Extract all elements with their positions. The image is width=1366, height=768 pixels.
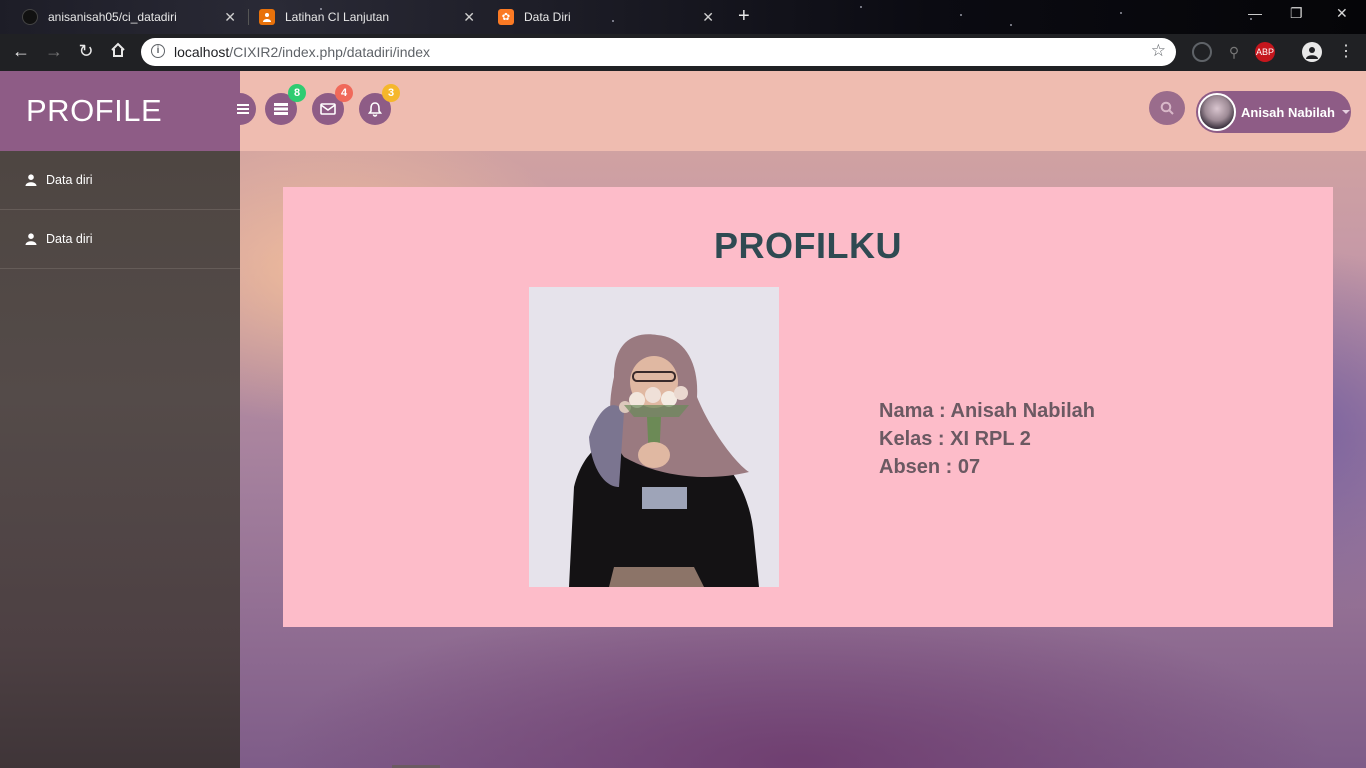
sidebar-item-data-diri[interactable]: Data diri xyxy=(0,210,240,269)
sidebar-item-data-diri[interactable]: Data diri xyxy=(0,151,240,210)
tab-title: anisanisah05/ci_datadiri xyxy=(48,10,177,24)
bell-icon xyxy=(368,101,382,117)
page-title: PROFILKU xyxy=(714,225,902,266)
profile-name: Nama : Anisah Nabilah xyxy=(879,400,1095,422)
hamburger-icon xyxy=(237,104,249,114)
avatar xyxy=(1198,93,1236,131)
sidebar-item-label: Data diri xyxy=(46,173,93,187)
sidebar: Data diri Data diri xyxy=(0,151,240,768)
profile-photo xyxy=(529,287,779,587)
back-icon[interactable]: ← xyxy=(9,41,33,62)
xampp-icon: ✿ xyxy=(498,9,514,25)
close-tab-icon[interactable]: ✕ xyxy=(463,9,475,26)
search-button[interactable] xyxy=(1149,91,1185,125)
account-icon[interactable] xyxy=(1302,42,1322,62)
alerts-count-badge: 3 xyxy=(382,84,400,102)
address-bar[interactable]: i localhost/CIXIR2/index.php/datadiri/in… xyxy=(141,38,1176,66)
user-name: Anisah Nabilah xyxy=(1241,104,1335,120)
chevron-down-icon xyxy=(1341,110,1350,114)
tab-title: Latihan CI Lanjutan xyxy=(285,10,390,24)
tasks-button[interactable]: 8 xyxy=(265,84,306,125)
person-icon xyxy=(259,9,275,25)
browser-toolbar: ← → ↻ i localhost/CIXIR2/index.php/datad… xyxy=(0,34,1366,71)
site-info-icon[interactable]: i xyxy=(151,44,165,58)
brand: PROFILE xyxy=(0,71,240,151)
search-icon xyxy=(1160,101,1174,115)
user-icon xyxy=(25,233,37,245)
sidebar-toggle-button[interactable] xyxy=(230,93,256,125)
tasks-count-badge: 8 xyxy=(288,84,306,102)
adblock-icon[interactable]: ABP xyxy=(1255,42,1275,62)
messages-button[interactable]: 4 xyxy=(312,84,353,125)
bookmark-star-icon[interactable]: ☆ xyxy=(1151,41,1166,61)
profile-details: Nama : Anisah Nabilah Kelas : XI RPL 2 A… xyxy=(879,397,1095,481)
envelope-icon xyxy=(320,103,336,115)
browser-tab[interactable]: Latihan CI Lanjutan ✕ xyxy=(259,0,479,34)
github-icon xyxy=(22,9,38,25)
sidebar-item-label: Data diri xyxy=(46,232,93,246)
new-tab-button[interactable]: + xyxy=(738,6,750,26)
alerts-button[interactable]: 3 xyxy=(359,84,400,125)
menu-dots-icon[interactable]: ⋮ xyxy=(1334,41,1358,61)
messages-count-badge: 4 xyxy=(335,84,353,102)
reload-icon[interactable]: ↻ xyxy=(74,41,98,62)
list-icon xyxy=(274,103,288,115)
home-icon[interactable] xyxy=(106,41,130,64)
extension-icon[interactable]: ⚲ xyxy=(1224,42,1244,62)
forward-icon[interactable]: → xyxy=(42,41,66,62)
url-host: localhost xyxy=(174,44,230,60)
url-path: /CIXIR2/index.php/datadiri/index xyxy=(229,44,431,60)
user-icon xyxy=(25,174,37,186)
profile-card: PROFILKU Nama: Anisah Nabilah Kelas: X… xyxy=(283,187,1333,627)
extension-icon[interactable] xyxy=(1192,42,1212,62)
topbar: 8 4 3 Anisah Nabilah xyxy=(230,71,1366,151)
profile-class: Kelas : XI RPL 2 xyxy=(879,428,1031,450)
restore-icon[interactable]: ❐ xyxy=(1290,5,1303,22)
tab-title: Data Diri xyxy=(524,10,571,24)
profile-number: Absen : 07 xyxy=(879,456,981,478)
user-menu-button[interactable]: Anisah Nabilah xyxy=(1196,91,1351,133)
minimize-icon[interactable]: — xyxy=(1248,5,1262,21)
browser-tab[interactable]: anisanisah05/ci_datadiri ✕ xyxy=(22,0,242,34)
brand-title: PROFILE xyxy=(26,93,163,128)
close-window-icon[interactable]: ✕ xyxy=(1336,5,1348,22)
browser-tab-active[interactable]: ✿ Data Diri ✕ xyxy=(498,0,718,34)
browser-tab-bar: anisanisah05/ci_datadiri ✕ Latihan CI La… xyxy=(0,0,1366,34)
close-tab-icon[interactable]: ✕ xyxy=(702,9,714,26)
page: PROFILE 8 4 3 Anisah Nabilah Data diri D… xyxy=(0,71,1366,768)
close-tab-icon[interactable]: ✕ xyxy=(224,9,236,26)
